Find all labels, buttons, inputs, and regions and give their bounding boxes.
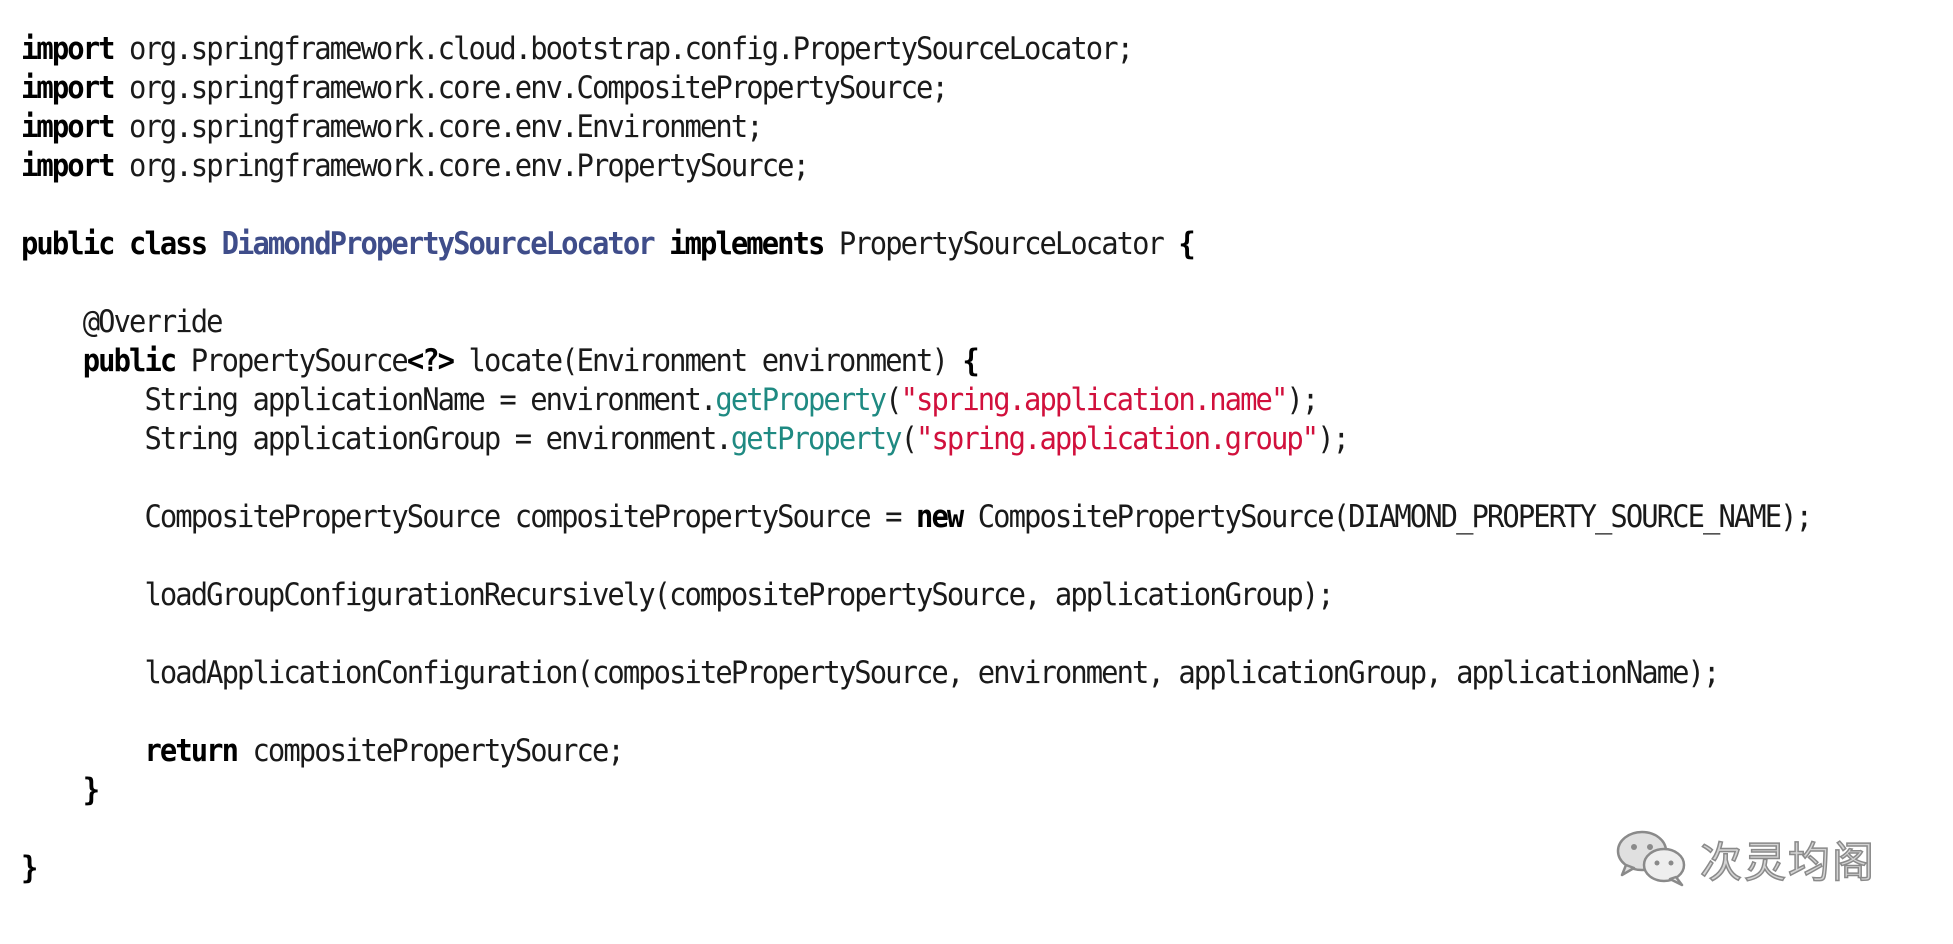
code-line: import org.springframework.core.env.Comp… xyxy=(21,69,1811,108)
wechat-icon xyxy=(1612,827,1692,892)
code-line: loadApplicationConfiguration(compositePr… xyxy=(21,654,1811,693)
code-token: import xyxy=(21,70,116,106)
code-token: org.springframework.cloud.bootstrap.conf… xyxy=(113,31,1134,67)
code-line: import org.springframework.core.env.Envi… xyxy=(21,108,1811,147)
code-token: ( xyxy=(900,421,918,457)
code-token: "spring.application.group" xyxy=(916,421,1319,457)
code-token: CompositePropertySource compositePropert… xyxy=(21,499,917,535)
code-token: CompositePropertySource(DIAMOND_PROPERTY… xyxy=(962,499,1813,535)
code-line: @Override xyxy=(21,303,1811,342)
code-line: loadGroupConfigurationRecursively(compos… xyxy=(21,576,1811,615)
code-line: } xyxy=(21,849,1811,888)
code-token: loadApplicationConfiguration(compositePr… xyxy=(21,655,1720,691)
code-token: { xyxy=(1178,226,1195,262)
watermark-text: 次灵均阁 xyxy=(1699,837,1877,888)
code-token: import xyxy=(21,31,116,67)
code-token: @Override xyxy=(21,304,224,340)
code-token: String applicationName = environment. xyxy=(21,382,717,418)
code-token: PropertySource xyxy=(175,343,409,379)
code-token: } xyxy=(82,772,100,808)
code-line: public PropertySource<?> locate(Environm… xyxy=(21,342,1811,381)
watermark: 次灵均阁 xyxy=(1612,826,1876,892)
code-token: "spring.application.name" xyxy=(900,382,1289,418)
code-token: ); xyxy=(1286,382,1319,418)
code-token: import xyxy=(21,148,116,184)
code-token: public xyxy=(82,343,178,379)
code-token: getProperty xyxy=(730,421,903,457)
code-token: loadGroupConfigurationRecursively(compos… xyxy=(21,577,1334,613)
code-token: getProperty xyxy=(715,382,887,418)
code-token: import xyxy=(21,109,116,145)
code-line: CompositePropertySource compositePropert… xyxy=(21,498,1813,537)
code-line: import org.springframework.cloud.bootstr… xyxy=(21,30,1811,69)
code-line: String applicationName = environment.get… xyxy=(21,381,1811,420)
code-token: String applicationGroup = environment. xyxy=(21,421,732,457)
code-line: String applicationGroup = environment.ge… xyxy=(21,420,1811,459)
code-token: return xyxy=(144,733,239,769)
code-token: new xyxy=(916,499,964,535)
code-token: { xyxy=(962,343,979,379)
code-token: public class xyxy=(21,226,208,262)
code-token: org.springframework.core.env.CompositePr… xyxy=(113,70,949,106)
code-block: import org.springframework.cloud.bootstr… xyxy=(21,30,1813,888)
code-line: return compositePropertySource; xyxy=(21,732,1811,771)
code-token: DiamondPropertySourceLocator xyxy=(221,226,656,262)
code-token: ( xyxy=(885,382,902,418)
code-token: PropertySourceLocator xyxy=(823,226,1179,262)
code-token: ); xyxy=(1317,421,1350,457)
code-token: locate(Environment environment) xyxy=(453,343,963,379)
code-token: compositePropertySource; xyxy=(237,733,624,769)
code-line: public class DiamondPropertySourceLocato… xyxy=(21,225,1811,264)
code-token: implements xyxy=(669,226,825,262)
code-line: import org.springframework.core.env.Prop… xyxy=(21,147,1811,186)
code-token: } xyxy=(21,850,38,886)
code-token: org.springframework.core.env.PropertySou… xyxy=(113,148,810,184)
code-token: <?> xyxy=(406,343,455,379)
code-token: org.springframework.core.env.Environment… xyxy=(113,109,764,145)
code-line: } xyxy=(21,771,1811,810)
